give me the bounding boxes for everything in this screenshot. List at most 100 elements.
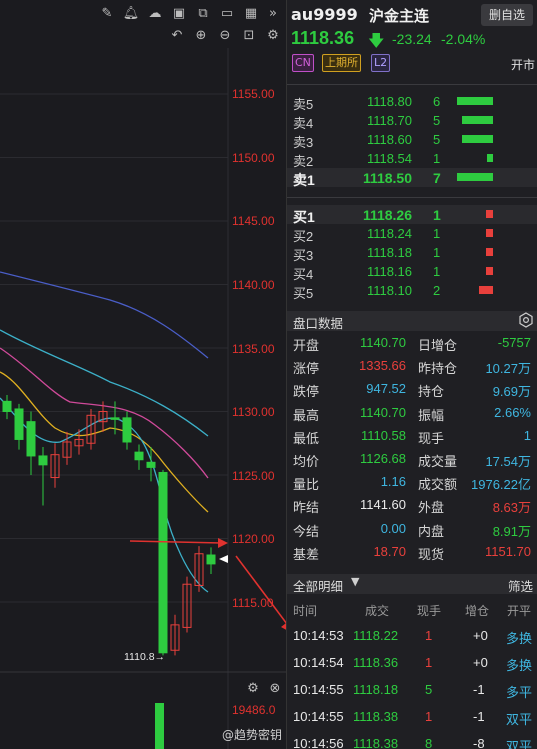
book-row[interactable]: 卖5 1118.80 6	[287, 92, 537, 112]
market-stat: 日增仓 -5757	[412, 332, 537, 354]
trade-row[interactable]: 10:14:55 1118.18 5 -1 多平	[287, 677, 537, 703]
price-axis-label: 1125.00	[232, 469, 275, 483]
last-price: 1118.36	[291, 28, 355, 48]
stat-value: 8.63万	[492, 500, 531, 516]
depth-bar	[479, 286, 493, 294]
tag-row: CN 上期所 L2 开市	[291, 54, 537, 74]
stat-value: 947.52	[366, 381, 406, 397]
settings-icon[interactable]: ⚙	[244, 680, 262, 698]
depth-bar	[486, 267, 493, 275]
annotation-arrowhead	[218, 538, 228, 548]
trade-time: 10:14:53	[293, 628, 344, 643]
caret-down-icon[interactable]: ▼	[351, 575, 359, 588]
trade-type: 双平	[506, 739, 533, 749]
trade-qty: 1	[425, 655, 433, 670]
chart-pane[interactable]: ✎ 🔔︎ ☁︎ ▣ ⧉ ▭ ▦ » ↶ ⊕ ⊖ ⊡ ⚙ 1155.00 1150…	[0, 0, 286, 749]
price-change-percent: -2.04%	[441, 31, 486, 47]
stat-label: 成交额	[418, 477, 458, 493]
candlestick-chart[interactable]	[0, 0, 286, 749]
book-row[interactable]: 卖2 1118.54 1	[287, 149, 537, 169]
trade-detail-header[interactable]: 全部明细 ▼ 筛选	[287, 574, 537, 594]
trade-qty: 5	[425, 682, 433, 697]
trade-price: 1118.22	[353, 628, 399, 643]
column-header: 时间	[293, 604, 318, 618]
zoom-out-icon[interactable]: ⊖	[216, 27, 234, 45]
stat-value: 1335.66	[359, 358, 406, 374]
book-price: 1118.26	[362, 207, 412, 223]
book-row[interactable]: 买3 1118.18 1	[287, 243, 537, 263]
double-chevron-right-icon[interactable]: »	[264, 5, 282, 23]
market-stat: 振幅 2.66%	[412, 402, 537, 424]
settings-icon[interactable]	[518, 312, 534, 328]
trade-row[interactable]: 10:14:56 1118.38 8 -8 双平	[287, 731, 537, 749]
copy-icon[interactable]: ⧉	[194, 5, 212, 23]
price-axis-label: 1155.00	[232, 87, 275, 101]
trade-type: 多换	[506, 658, 533, 673]
candle-body	[110, 417, 120, 420]
column-header: 成交	[365, 604, 390, 618]
camera-icon[interactable]: ▣	[170, 5, 188, 23]
book-price: 1118.10	[366, 283, 412, 298]
stat-label: 最低	[293, 430, 320, 446]
trade-row[interactable]: 10:14:54 1118.36 1 +0 多换	[287, 650, 537, 676]
trade-detail-title[interactable]: 全部明细	[293, 576, 343, 595]
book-level-label: 买5	[293, 286, 314, 301]
book-row[interactable]: 卖3 1118.60 5	[287, 130, 537, 150]
stat-label: 持仓	[418, 384, 445, 400]
symbol-name: 沪金主连	[369, 7, 430, 25]
undo-icon[interactable]: ↶	[168, 27, 186, 45]
trade-row[interactable]: 10:14:53 1118.22 1 +0 多换	[287, 623, 537, 649]
book-row[interactable]: 买5 1118.10 2	[287, 281, 537, 301]
book-row[interactable]: 买1 1118.26 1	[287, 205, 537, 225]
bell-icon[interactable]: 🔔︎	[122, 5, 140, 23]
monitor-icon[interactable]: ▭	[218, 5, 236, 23]
book-row[interactable]: 买2 1118.24 1	[287, 224, 537, 244]
book-qty: 1	[433, 245, 441, 260]
depth-bar	[457, 97, 493, 105]
market-tag-cn: CN	[292, 54, 314, 72]
compress-icon[interactable]: ⊡	[240, 27, 258, 45]
market-stat: 内盘 8.91万	[412, 518, 537, 540]
book-price: 1118.60	[366, 132, 412, 147]
market-stat: 成交额 1976.22亿	[412, 471, 537, 493]
book-price: 1118.80	[366, 94, 412, 109]
candle-body	[146, 461, 156, 468]
quote-pane: au9999 沪金主连 删自选 1118.36 🡇 -23.24 -2.04% …	[286, 0, 537, 749]
candle-body	[134, 451, 144, 461]
cloud-icon[interactable]: ☁︎	[146, 5, 164, 23]
book-row[interactable]: 卖4 1118.70 5	[287, 111, 537, 131]
trade-qty: 8	[425, 736, 433, 749]
trade-columns: 时间 成交 现手 增仓 开平	[287, 598, 537, 620]
book-row[interactable]: 买4 1118.16 1	[287, 262, 537, 282]
book-qty: 5	[433, 132, 441, 147]
stat-label: 今结	[293, 523, 320, 539]
low-price-label: 1110.8→	[124, 651, 166, 663]
market-stat: 最高 1140.70	[287, 402, 412, 424]
candle-body	[14, 408, 24, 440]
settings-icon[interactable]: ⚙	[264, 27, 282, 45]
trade-row[interactable]: 10:14:55 1118.38 1 -1 双平	[287, 704, 537, 730]
zoom-in-icon[interactable]: ⊕	[192, 27, 210, 45]
trade-price: 1118.18	[353, 682, 399, 697]
book-price: 1118.24	[366, 226, 412, 241]
filter-button[interactable]: 筛选	[508, 576, 533, 595]
candle-body	[38, 455, 48, 466]
candle-body	[122, 417, 132, 443]
edit-icon[interactable]: ✎	[98, 5, 116, 23]
stat-label: 现手	[418, 430, 445, 446]
remove-watchlist-button[interactable]: 删自选	[481, 4, 533, 26]
trade-time: 10:14:56	[293, 736, 344, 749]
depth-bar	[487, 154, 493, 162]
stat-label: 内盘	[418, 523, 445, 539]
grid-icon[interactable]: ▦	[242, 5, 260, 23]
close-icon[interactable]: ⊗	[266, 680, 284, 698]
stat-value: 9.69万	[492, 384, 531, 400]
candle-body	[26, 421, 36, 457]
depth-bar	[457, 173, 493, 181]
stat-label: 日增仓	[418, 338, 458, 353]
symbol-row: au9999 沪金主连 删自选	[291, 4, 537, 26]
market-stat: 昨结 1141.60	[287, 494, 412, 516]
price-axis-label: 1135.00	[232, 342, 275, 356]
current-price-pointer	[219, 555, 228, 563]
book-row[interactable]: 卖1 1118.50 7	[287, 168, 537, 188]
